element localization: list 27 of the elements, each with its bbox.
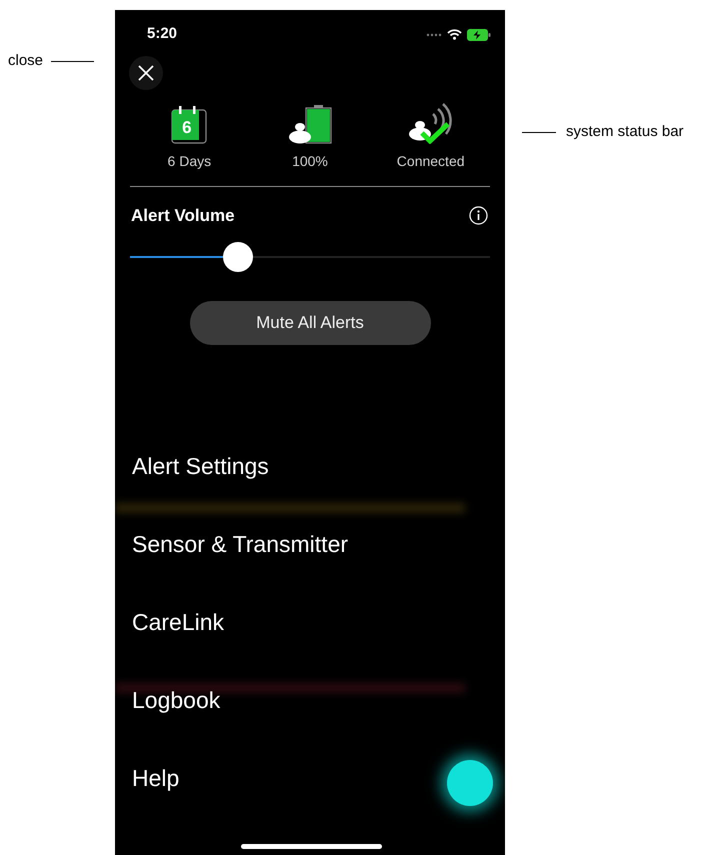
wifi-icon xyxy=(447,29,462,40)
status-label: Connected xyxy=(396,152,465,171)
calendar-day-number: 6 xyxy=(181,117,193,139)
background-glow xyxy=(447,760,493,806)
callout-label: close xyxy=(8,51,44,71)
menu-item[interactable]: Logbook xyxy=(132,686,220,714)
close-button[interactable] xyxy=(129,56,163,90)
leader-line xyxy=(522,132,556,133)
info-icon[interactable] xyxy=(469,206,488,226)
alert-volume-label: Alert Volume xyxy=(131,205,235,227)
status-label: 6 Days xyxy=(168,152,212,171)
menu-item[interactable]: Alert Settings xyxy=(132,452,269,480)
connected-check-icon xyxy=(408,102,454,144)
signal-dots-icon xyxy=(426,32,442,36)
menu-item[interactable]: Sensor & Transmitter xyxy=(132,530,348,558)
close-icon xyxy=(137,64,155,82)
slider-thumb[interactable] xyxy=(223,242,253,272)
mute-all-alerts-button[interactable]: Mute All Alerts xyxy=(190,300,430,344)
leader-line xyxy=(51,60,94,62)
menu-item[interactable]: Help xyxy=(132,764,180,792)
transmitter-battery-icon xyxy=(288,104,332,144)
status-label: 100% xyxy=(292,152,328,171)
menu-item[interactable]: CareLink xyxy=(132,608,224,636)
callout-label: system status bar xyxy=(566,122,684,142)
battery-charging-icon xyxy=(467,28,491,40)
status-time: 5:20 xyxy=(147,24,178,44)
volume-slider[interactable] xyxy=(130,242,490,272)
